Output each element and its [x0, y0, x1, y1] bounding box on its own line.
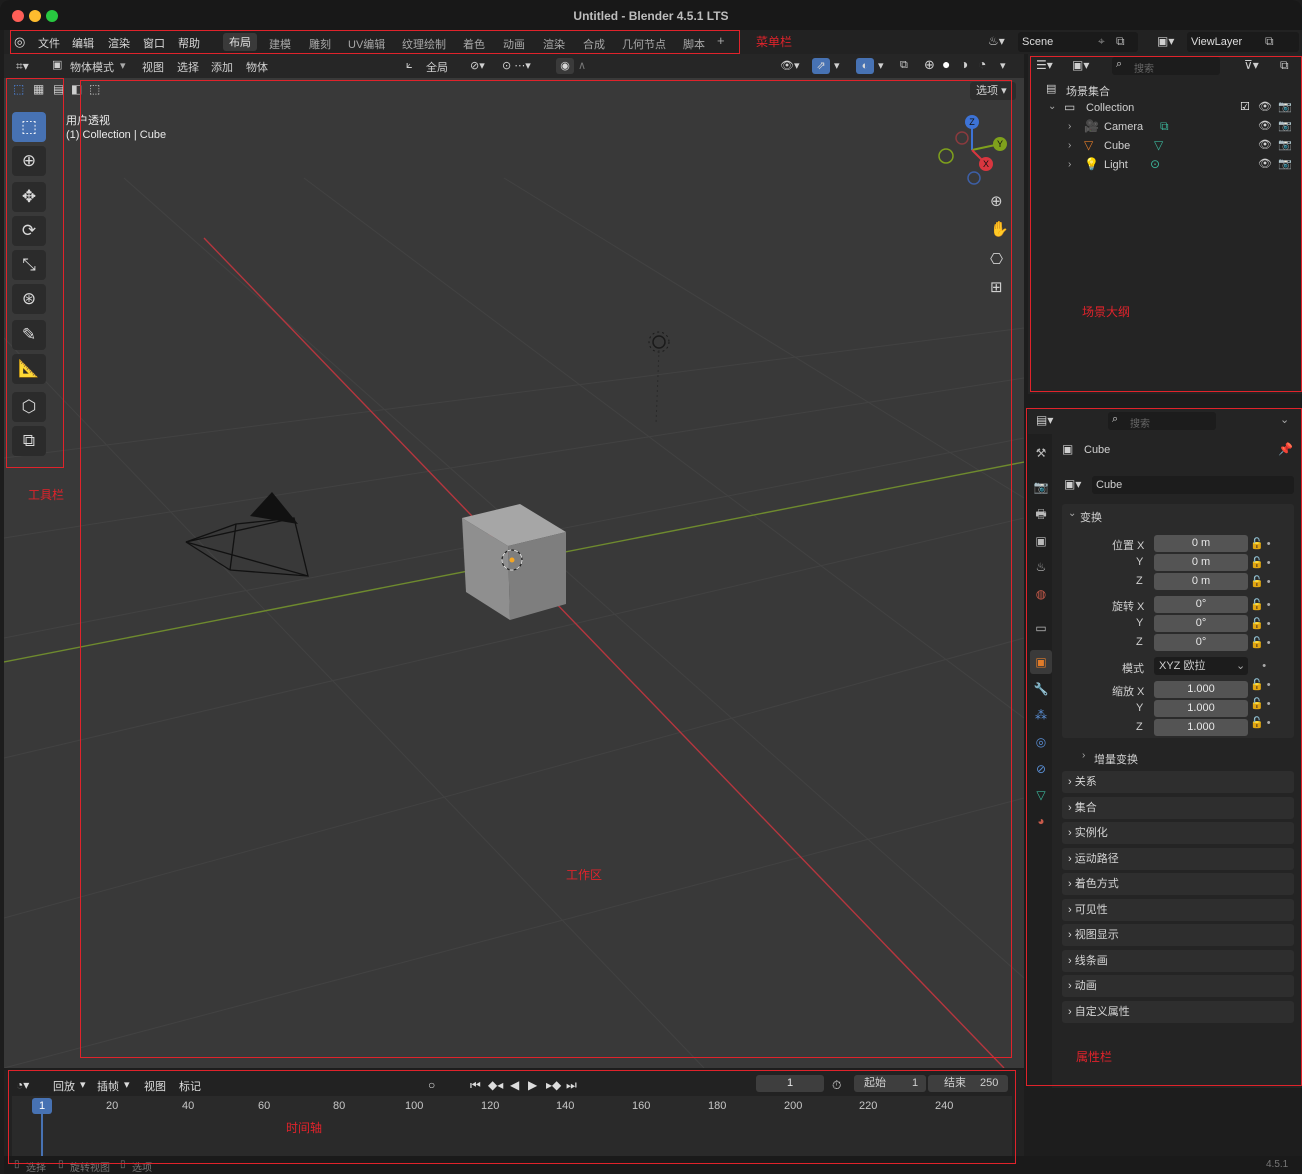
mode-selector[interactable]: 物体模式: [70, 59, 114, 75]
timeline-highlight: [8, 1070, 1016, 1164]
workspace-annotation: 工作区: [566, 868, 603, 882]
editor-type-icon[interactable]: ⌗▾: [16, 59, 29, 74]
menu-view[interactable]: 视图: [142, 59, 164, 75]
menu-select[interactable]: 选择: [177, 59, 199, 75]
chevron-down-icon[interactable]: ▾: [1000, 59, 1006, 72]
overlay-toggle-icon[interactable]: ◐: [856, 58, 874, 74]
toolbar-annotation: 工具栏: [28, 488, 65, 502]
chevron-down-icon[interactable]: ▾: [878, 59, 884, 72]
window-title: Untitled - Blender 4.5.1 LTS: [573, 9, 729, 23]
scene-name: Scene: [1022, 36, 1054, 48]
pivot-point-icon[interactable]: ⊘▾: [470, 59, 485, 72]
menubar-highlight: [10, 30, 740, 54]
toolbar-highlight: [6, 78, 64, 468]
workspace-highlight: [80, 80, 1012, 1058]
pin-icon[interactable]: ⌖: [1098, 34, 1105, 49]
timeline-annotation: 时间轴: [286, 1121, 323, 1135]
scene-selector[interactable]: Scene ⌖ ⧉: [1018, 32, 1138, 52]
view-layer-icon[interactable]: ▣▾: [1157, 34, 1174, 48]
chevron-down-icon: ▾: [120, 60, 126, 72]
view-layer-name: ViewLayer: [1191, 36, 1243, 48]
menubar-annotation: 菜单栏: [756, 35, 793, 49]
chevron-down-icon[interactable]: ▾: [834, 59, 840, 72]
menu-object[interactable]: 物体: [246, 59, 268, 75]
snap-icon[interactable]: ⊙ ⋯▾: [502, 59, 531, 72]
proportional-edit-icon[interactable]: ◉: [556, 58, 574, 74]
view-layer-selector[interactable]: ViewLayer ⧉: [1187, 32, 1299, 52]
solid-shading-icon[interactable]: ●: [942, 56, 950, 72]
new-scene-icon[interactable]: ⧉: [1116, 34, 1125, 49]
orientation-icon: ⟀: [406, 59, 413, 71]
properties-annotation: 属性栏: [1076, 1050, 1113, 1064]
wireframe-shading-icon[interactable]: ⊕: [924, 57, 935, 73]
rendered-shading-icon[interactable]: ◔: [978, 56, 986, 72]
xray-icon[interactable]: ⧉: [900, 59, 908, 72]
viewport-header: ⌗▾ ▣ 物体模式 ▾ 视图 选择 添加 物体 ⟀ 全局 ⊘▾ ⊙ ⋯▾ ◉ ∧…: [4, 54, 1024, 78]
properties-highlight: [1026, 408, 1302, 1086]
outliner-highlight: [1030, 56, 1302, 392]
material-shading-icon[interactable]: ◑: [960, 56, 968, 72]
gizmo-toggle-icon[interactable]: ⇗: [812, 58, 830, 74]
visibility-icon[interactable]: 👁▾: [780, 59, 800, 72]
outliner-annotation: 场景大纲: [1082, 305, 1131, 319]
version-label: 4.5.1: [1266, 1159, 1289, 1170]
transform-orientation-selector[interactable]: 全局: [426, 59, 448, 75]
title-bar: Untitled - Blender 4.5.1 LTS: [0, 0, 1302, 30]
scene-icon[interactable]: ♨▾: [988, 34, 1005, 48]
object-mode-icon: ▣: [52, 59, 63, 71]
falloff-icon[interactable]: ∧: [578, 59, 586, 72]
new-view-layer-icon[interactable]: ⧉: [1265, 34, 1274, 49]
menu-add[interactable]: 添加: [211, 59, 233, 75]
